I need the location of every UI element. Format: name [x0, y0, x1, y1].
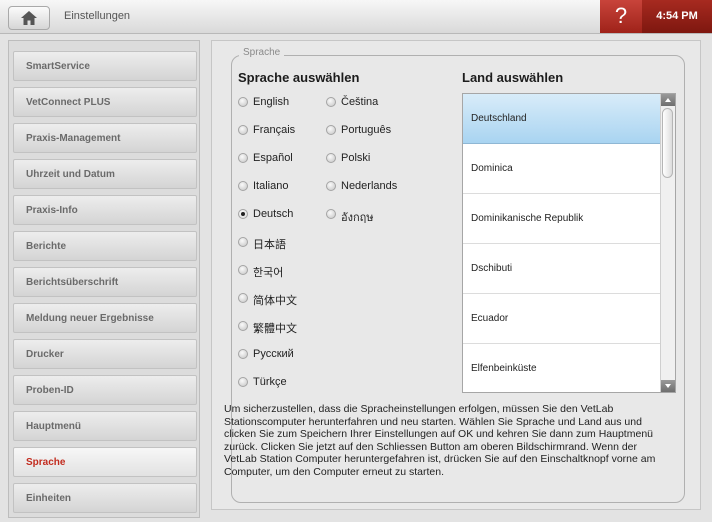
sidebar-item-berichte[interactable]: Berichte: [13, 231, 197, 261]
help-button[interactable]: ?: [600, 0, 642, 33]
scroll-down-arrow-icon[interactable]: [661, 380, 675, 392]
radio-icon: [326, 181, 336, 191]
country-item-dominikanische-republik[interactable]: Dominikanische Republik: [463, 194, 660, 244]
country-scrollbar[interactable]: [660, 94, 675, 392]
restart-instructions: Um sicherzustellen, dass die Spracheinst…: [224, 403, 656, 478]
radio-icon: [326, 209, 336, 219]
page-title: Einstellungen: [64, 10, 131, 22]
sidebar-item-praxis-management[interactable]: Praxis-Management: [13, 123, 197, 153]
sidebar-item-praxis-info[interactable]: Praxis-Info: [13, 195, 197, 225]
sidebar-item-vetconnect-plus[interactable]: VetConnect PLUS: [13, 87, 197, 117]
sidebar-item-sprache[interactable]: Sprache: [13, 447, 197, 477]
sidebar-item-proben-id[interactable]: Proben-ID: [13, 375, 197, 405]
home-button[interactable]: [8, 6, 50, 30]
sidebar-item-berichtsueberschrift[interactable]: Berichtsüberschrift: [13, 267, 197, 297]
radio-selected-icon: [238, 209, 248, 219]
sidebar-item-uhrzeit-und-datum[interactable]: Uhrzeit und Datum: [13, 159, 197, 189]
radio-icon: [238, 125, 248, 135]
country-item-dschibuti[interactable]: Dschibuti: [463, 244, 660, 294]
radio-icon: [238, 153, 248, 163]
sidebar-item-meldung-neuer-ergebnisse[interactable]: Meldung neuer Ergebnisse: [13, 303, 197, 333]
settings-sidebar: SmartService VetConnect PLUS Praxis-Mana…: [8, 40, 200, 518]
radio-icon: [238, 265, 248, 275]
sidebar-item-hauptmenue[interactable]: Hauptmenü: [13, 411, 197, 441]
country-heading: Land auswählen: [462, 70, 564, 85]
country-list[interactable]: Deutschland Dominica Dominikanische Repu…: [462, 93, 676, 393]
scroll-thumb[interactable]: [662, 108, 673, 178]
radio-icon: [326, 153, 336, 163]
fieldset-legend: Sprache: [239, 47, 285, 58]
country-item-dominica[interactable]: Dominica: [463, 144, 660, 194]
radio-icon: [238, 97, 248, 107]
country-item-elfenbeinkueste[interactable]: Elfenbeinküste: [463, 344, 660, 392]
language-settings-panel: Sprache Sprache auswählen Land auswählen…: [211, 40, 701, 510]
sidebar-item-einheiten[interactable]: Einheiten: [13, 483, 197, 513]
clock: 4:54 PM: [642, 0, 712, 33]
scroll-up-arrow-icon[interactable]: [661, 94, 675, 106]
country-item-ecuador[interactable]: Ecuador: [463, 294, 660, 344]
radio-icon: [238, 181, 248, 191]
language-heading: Sprache auswählen: [238, 70, 360, 85]
radio-icon: [238, 293, 248, 303]
radio-icon: [238, 349, 248, 359]
radio-icon: [326, 97, 336, 107]
radio-icon: [238, 321, 248, 331]
country-item-deutschland[interactable]: Deutschland: [463, 94, 660, 144]
radio-icon: [238, 237, 248, 247]
top-bar: Einstellungen ? 4:54 PM: [0, 0, 712, 34]
radio-icon: [238, 377, 248, 387]
radio-icon: [326, 125, 336, 135]
home-icon: [21, 11, 37, 25]
sidebar-item-smartservice[interactable]: SmartService: [13, 51, 197, 81]
sidebar-item-drucker[interactable]: Drucker: [13, 339, 197, 369]
